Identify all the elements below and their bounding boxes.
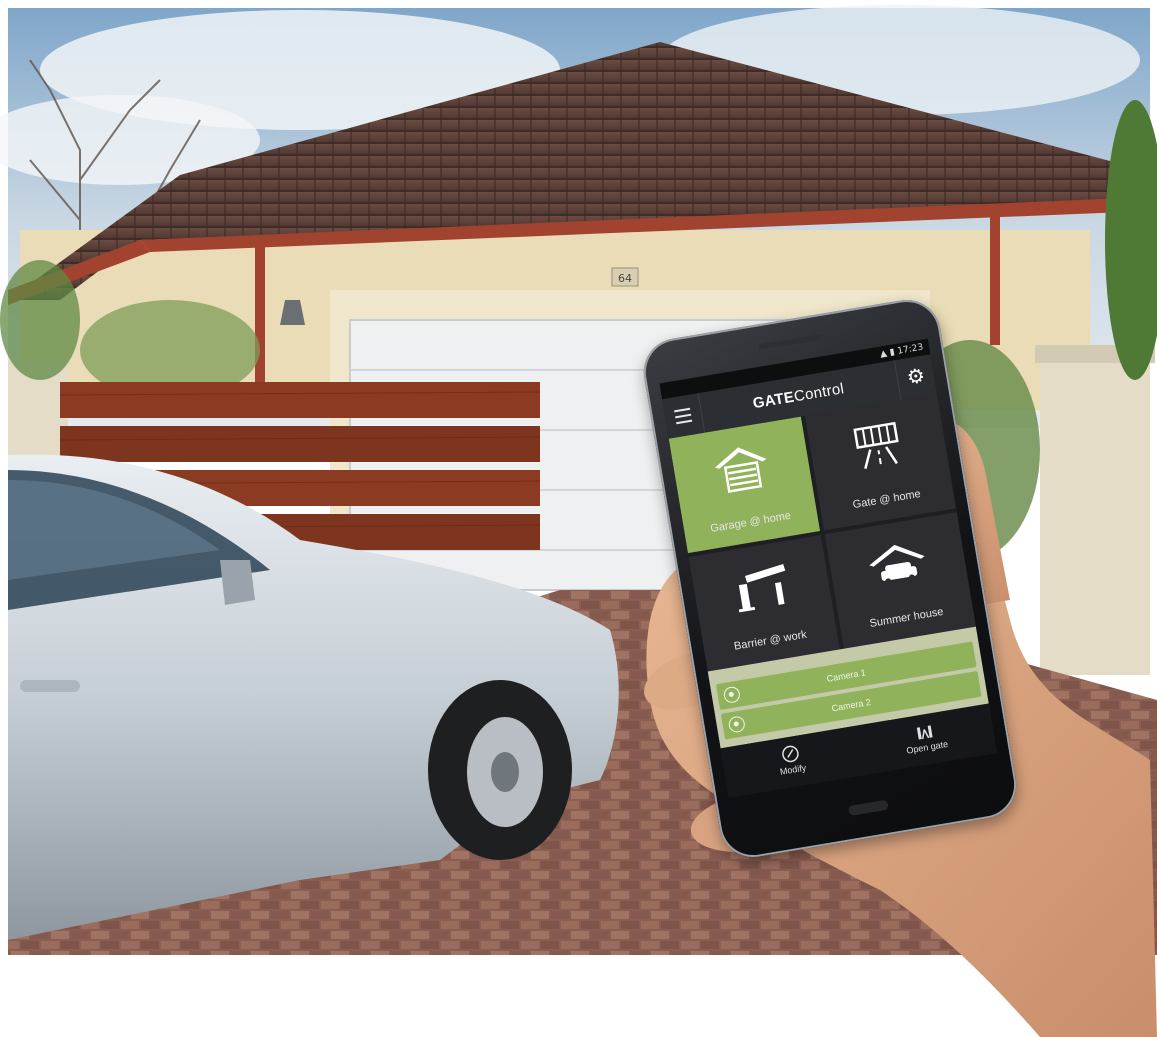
status-time: 17:23: [896, 342, 924, 357]
home-button[interactable]: [847, 799, 889, 817]
hamburger-menu-icon[interactable]: [662, 393, 706, 439]
photo-scene: 64: [0, 5, 1157, 1037]
sliding-gate-icon: [853, 421, 899, 469]
open-gate-label: Open gate: [905, 738, 949, 756]
gear-icon[interactable]: ⚙: [893, 354, 937, 400]
tile-garage-home[interactable]: Garage @ home: [668, 416, 821, 554]
device-tiles: Garage @ home Gate @ home Barrier @ work…: [668, 393, 976, 672]
app-title-regular: Control: [792, 380, 846, 406]
signal-icon: ▲ ▮: [879, 346, 899, 360]
open-gate-icon: [916, 725, 933, 740]
app-screen: ▲ ▮ 17:23 GATEControl ⚙ Garage @ home Ga…: [659, 338, 998, 798]
edit-icon: [782, 745, 799, 763]
tile-summer-house[interactable]: Summer house: [824, 512, 976, 649]
tile-label: Gate @ home: [851, 487, 922, 512]
carport-icon: [869, 544, 925, 585]
barrier-icon: [738, 563, 786, 613]
app-title-bold: GATE: [751, 388, 796, 413]
phone-speaker: [758, 334, 823, 350]
tile-label: Garage @ home: [709, 509, 792, 535]
house-number: 64: [618, 272, 632, 285]
tile-gate-home[interactable]: Gate @ home: [804, 393, 957, 531]
garage-icon: [715, 447, 767, 493]
modify-label: Modify: [779, 762, 807, 777]
tile-barrier-work[interactable]: Barrier @ work: [688, 534, 840, 672]
